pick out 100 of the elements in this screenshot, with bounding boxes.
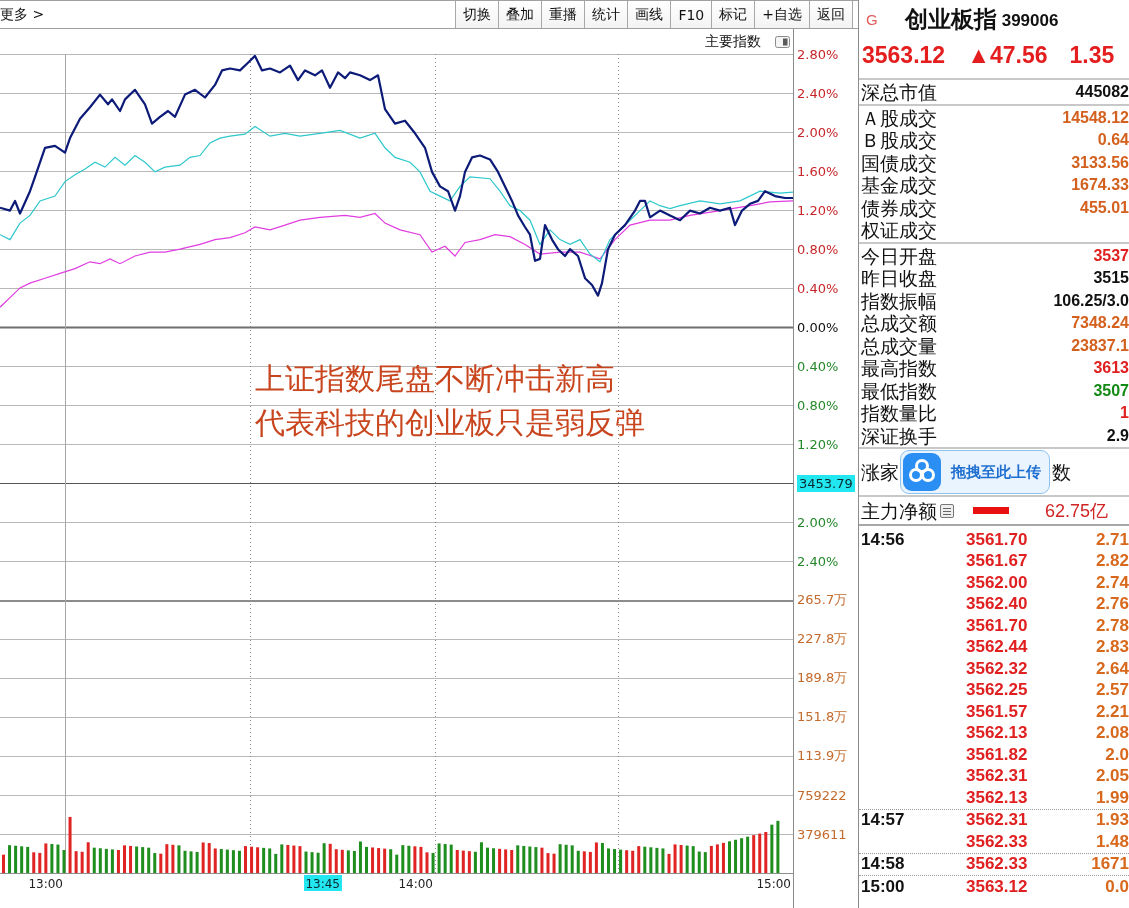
tick-volume: 2.08 <box>1095 723 1129 744</box>
axis-label: 189.8万 <box>797 669 848 687</box>
axis-label: 379611 <box>797 826 847 842</box>
axis-label: 113.9万 <box>797 747 848 765</box>
stat-value: 3507 <box>1093 381 1129 400</box>
axis-label: 151.8万 <box>797 708 848 726</box>
time-cursor-label: 13:45 <box>304 875 342 891</box>
index-marker: G <box>866 10 878 28</box>
stat-label: 债券成交 <box>861 196 937 219</box>
toolbar-button[interactable]: 叠加 <box>498 1 542 28</box>
time-axis-label: 14:00 <box>398 876 433 891</box>
net-flow-bar <box>973 507 1009 514</box>
toolbar-button[interactable]: 重播 <box>541 1 585 28</box>
tick-volume: 2.57 <box>1095 680 1129 701</box>
tick-time: 15:00 <box>861 876 906 897</box>
stat-label: Ａ股成交 <box>861 106 937 129</box>
stat-value: 0.64 <box>1097 131 1129 150</box>
axis-label: 759222 <box>797 787 847 803</box>
more-link[interactable]: 更多 > <box>0 1 45 28</box>
stat-label: 数 <box>1052 461 1071 483</box>
tick-price: 3561.67 <box>966 551 1028 572</box>
index-name: 创业板指 <box>904 4 997 34</box>
stat-label: 主力净额 <box>861 499 937 522</box>
tick-volume: 2.71 <box>1095 529 1129 550</box>
toolbar-button[interactable]: 返回 <box>809 1 853 28</box>
stat-label: 今日开盘 <box>861 244 937 267</box>
stat-label: 指数量比 <box>861 402 937 425</box>
axis-label: 2.40% <box>797 553 839 569</box>
tick-volume: 2.82 <box>1095 551 1129 572</box>
stat-value: 445082 <box>1075 83 1129 102</box>
list-icon[interactable] <box>940 503 954 518</box>
time-axis-label: 13:00 <box>28 876 63 891</box>
rings-icon <box>903 453 941 491</box>
price-cursor-label: 3453.79 <box>797 474 855 492</box>
toolbar-button[interactable]: +自选 <box>754 1 809 28</box>
tick-price: 3562.33 <box>966 854 1028 875</box>
axis-label: 1.60% <box>797 163 839 179</box>
axis-label: 0.00% <box>797 319 839 335</box>
axis-label: 0.40% <box>797 280 839 296</box>
tick-volume: 1.48 <box>1095 831 1129 852</box>
tick-price: 3562.31 <box>966 766 1028 787</box>
stat-value: 106.25/3.0 <box>1053 291 1129 310</box>
axis-label: 1.20% <box>797 202 839 218</box>
tick-price: 3562.25 <box>966 680 1028 701</box>
tick-price: 3562.00 <box>966 572 1028 593</box>
toolbar-button[interactable]: 标记 <box>711 1 755 28</box>
annotation-text: 代表科技的创业板只是弱反弹 <box>255 405 645 441</box>
tick-volume: 2.78 <box>1095 615 1129 636</box>
stat-value: 3613 <box>1093 359 1129 378</box>
tick-price: 3562.31 <box>966 810 1028 831</box>
axis-label: 2.40% <box>797 85 839 101</box>
stat-value: 2.9 <box>1106 426 1129 445</box>
index-code: 399006 <box>1001 11 1059 31</box>
stat-value: 3133.56 <box>1071 153 1129 172</box>
tick-volume: 2.76 <box>1095 594 1129 615</box>
tick-price: 3562.13 <box>966 787 1028 808</box>
tick-price: 3561.70 <box>966 529 1028 550</box>
tick-time: 14:58 <box>861 854 906 875</box>
stat-value: 23837.1 <box>1071 336 1129 355</box>
axis-label: 227.8万 <box>797 630 848 648</box>
axis-label: 0.80% <box>797 397 839 413</box>
stat-value: 62.75亿 <box>1044 499 1108 523</box>
toolbar-button[interactable]: 统计 <box>584 1 628 28</box>
toolbar-button[interactable]: 切换 <box>455 1 499 28</box>
stat-label: 基金成交 <box>861 174 937 197</box>
axis-label: 0.40% <box>797 358 839 374</box>
panel-toggle-icon[interactable] <box>775 35 790 48</box>
stat-label: 涨家 <box>861 461 899 483</box>
stat-label: Ｂ股成交 <box>861 129 937 152</box>
tick-volume: 2.0 <box>1105 744 1129 765</box>
stat-label: 权证成交 <box>861 219 937 242</box>
time-axis-label: 15:00 <box>756 876 791 891</box>
annotation-text: 上证指数尾盘不断冲击新高 <box>255 361 616 397</box>
last-price: 3563.12 <box>862 41 946 69</box>
stat-label: 最低指数 <box>861 379 937 402</box>
tick-price: 3562.32 <box>966 658 1028 679</box>
axis-label: 0.80% <box>797 241 839 257</box>
stat-value: 3537 <box>1093 246 1129 265</box>
upload-drop-target[interactable]: 拖拽至此上传 <box>900 450 1050 494</box>
tick-price: 3562.33 <box>966 831 1028 852</box>
tick-volume: 2.64 <box>1095 658 1129 679</box>
toolbar-button[interactable]: 画线 <box>627 1 671 28</box>
tick-volume: 1.93 <box>1095 810 1129 831</box>
axis-label: 2.00% <box>797 514 839 530</box>
tick-volume: 2.74 <box>1095 572 1129 593</box>
toolbar-button[interactable]: F10 <box>670 1 712 28</box>
stat-label: 最高指数 <box>861 357 937 380</box>
tick-volume: 2.83 <box>1095 637 1129 658</box>
stat-value: 14548.12 <box>1062 108 1129 127</box>
price-change: ▲47.56 <box>967 41 1048 69</box>
tick-volume: 1.99 <box>1095 787 1129 808</box>
tick-price: 3563.12 <box>966 876 1028 897</box>
stat-value: 3515 <box>1093 269 1129 288</box>
tick-price: 3562.44 <box>966 637 1028 658</box>
tick-price: 3561.82 <box>966 744 1028 765</box>
tick-price: 3561.57 <box>966 701 1028 722</box>
stat-label: 深总市值 <box>861 81 937 104</box>
change-percent: 1.35 <box>1069 41 1115 69</box>
stat-value: 7348.24 <box>1071 314 1129 333</box>
tick-volume: 0.0 <box>1105 876 1129 897</box>
